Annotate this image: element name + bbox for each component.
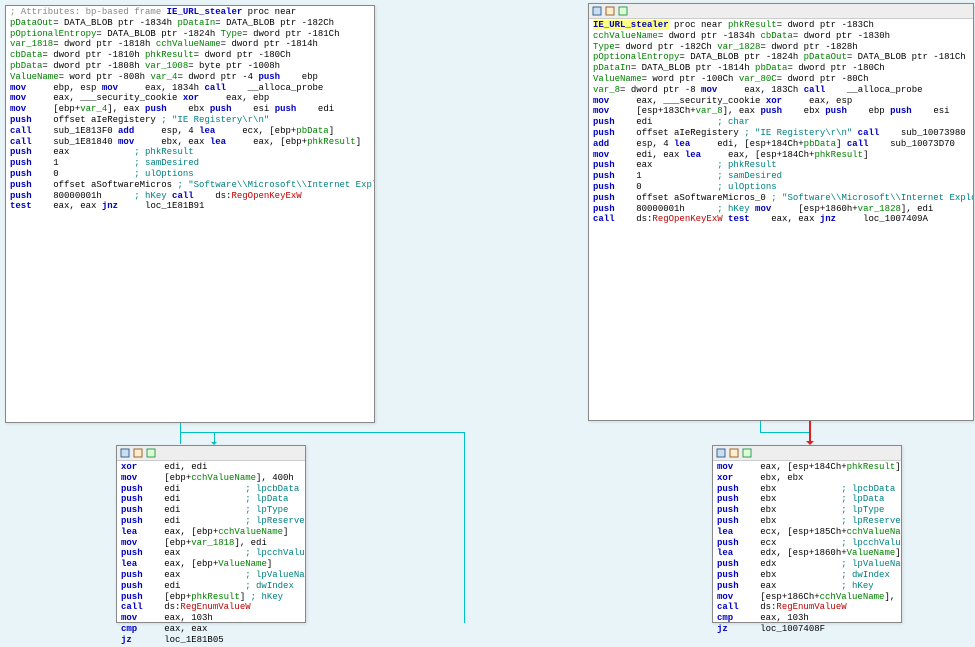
block3-toolbar [589,4,973,19]
view-icon[interactable] [133,448,143,458]
flow-arrow-cyan-1b [214,432,215,444]
disasm-block-2-content: xor edi, edi mov [ebp+cchValueName], 400… [117,461,305,647]
disasm-block-2[interactable]: xor edi, edi mov [ebp+cchValueName], 400… [116,445,306,623]
disasm-block-3-content: IE_URL_stealer proc near phkResult= dwor… [589,19,973,226]
disasm-block-3[interactable]: IE_URL_stealer proc near phkResult= dwor… [588,3,974,421]
more-icon[interactable] [146,448,156,458]
collapse-icon[interactable] [120,448,130,458]
flow-arrow-cyan-1 [180,423,181,444]
flow-arrow-red [809,421,811,444]
disasm-block-4[interactable]: mov eax, [esp+184Ch+phkResult] xor ebx, … [712,445,902,623]
block2-toolbar [117,446,305,461]
flow-branch-cyan-right [760,432,810,433]
flow-branch-cyan-1 [180,432,464,433]
disasm-block-4-content: mov eax, [esp+184Ch+phkResult] xor ebx, … [713,461,901,636]
view-icon[interactable] [729,448,739,458]
disasm-block-1[interactable]: ; Attributes: bp-based frame IE_URL_stea… [5,5,375,423]
more-icon[interactable] [618,6,628,16]
flow-arrow-cyan-right-a [760,421,761,432]
flow-arrow-cyan-2 [464,432,465,623]
more-icon[interactable] [742,448,752,458]
collapse-icon[interactable] [716,448,726,458]
disasm-block-1-content: ; Attributes: bp-based frame IE_URL_stea… [6,6,374,213]
collapse-icon[interactable] [592,6,602,16]
view-icon[interactable] [605,6,615,16]
